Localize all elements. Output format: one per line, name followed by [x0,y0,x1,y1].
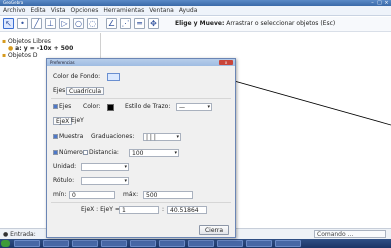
dialog-title: Preferencias [50,60,75,65]
dialog-close-icon[interactable]: x [219,60,233,65]
number-checkbox[interactable]: Número [53,149,83,157]
axis-ratio-label: EjeX : EjeY = [81,206,120,213]
taskbar [0,239,391,248]
ticks-select[interactable]: | | | ▾ [143,133,181,141]
axes-color-label: Color: [83,103,101,110]
taskbar-item[interactable] [101,240,127,247]
taskbar-item[interactable] [246,240,272,247]
axis-ratio-right-input[interactable]: 40.51864 [167,206,207,214]
command-combo[interactable]: Comando ... [314,230,386,238]
distance-checkbox[interactable]: Distancia: [83,149,119,157]
background-color-swatch[interactable] [107,73,120,81]
separator [51,202,231,203]
start-button[interactable] [1,240,10,247]
axes-checkbox[interactable]: Ejes [53,103,71,111]
axis-ratio-colon: : [162,206,165,213]
taskbar-item[interactable] [188,240,214,247]
separator [51,98,231,99]
axis-tab-x[interactable]: EjeX [53,117,73,125]
taskbar-item[interactable] [72,240,98,247]
dialog-tab-cuadricula[interactable]: Cuadrícula [66,87,105,95]
unit-select[interactable]: ▾ [81,163,129,171]
max-label: máx: [123,191,139,198]
preferences-dialog: Preferencias x Color de Fondo: Ejes Cuad… [46,58,236,238]
show-checkbox[interactable]: Muestra [53,133,83,141]
taskbar-item[interactable] [217,240,243,247]
taskbar-item[interactable] [159,240,185,247]
axis-tab-y[interactable]: EjeY [71,117,84,125]
axis-label-label: Rótulo: [53,177,75,184]
taskbar-item[interactable] [130,240,156,247]
distance-select[interactable]: 100 ▾ [129,149,179,157]
background-color-label: Color de Fondo: [53,73,101,80]
taskbar-item[interactable] [14,240,40,247]
taskbar-item[interactable] [43,240,69,247]
line-style-label: Estilo de Trazo: [125,103,171,110]
dialog-close-button[interactable]: Cierra [199,225,229,235]
dialog-title-bar[interactable]: Preferencias [47,59,235,66]
ticks-label: Graduaciones: [91,133,135,140]
min-label: mín: [53,191,67,198]
taskbar-item[interactable] [275,240,301,247]
input-label: ● Entrada: [3,231,36,238]
min-input[interactable]: 0 [69,191,115,199]
dialog-tab-ejes[interactable]: Ejes [53,87,65,95]
line-style-select[interactable]: — ▾ [176,103,212,111]
max-input[interactable]: 500 [143,191,193,199]
axes-color-swatch[interactable] [107,104,114,111]
axis-ratio-left-input[interactable]: 1 [119,206,159,214]
unit-label: Unidad: [53,163,77,170]
axis-label-select[interactable]: ▾ [81,177,129,185]
